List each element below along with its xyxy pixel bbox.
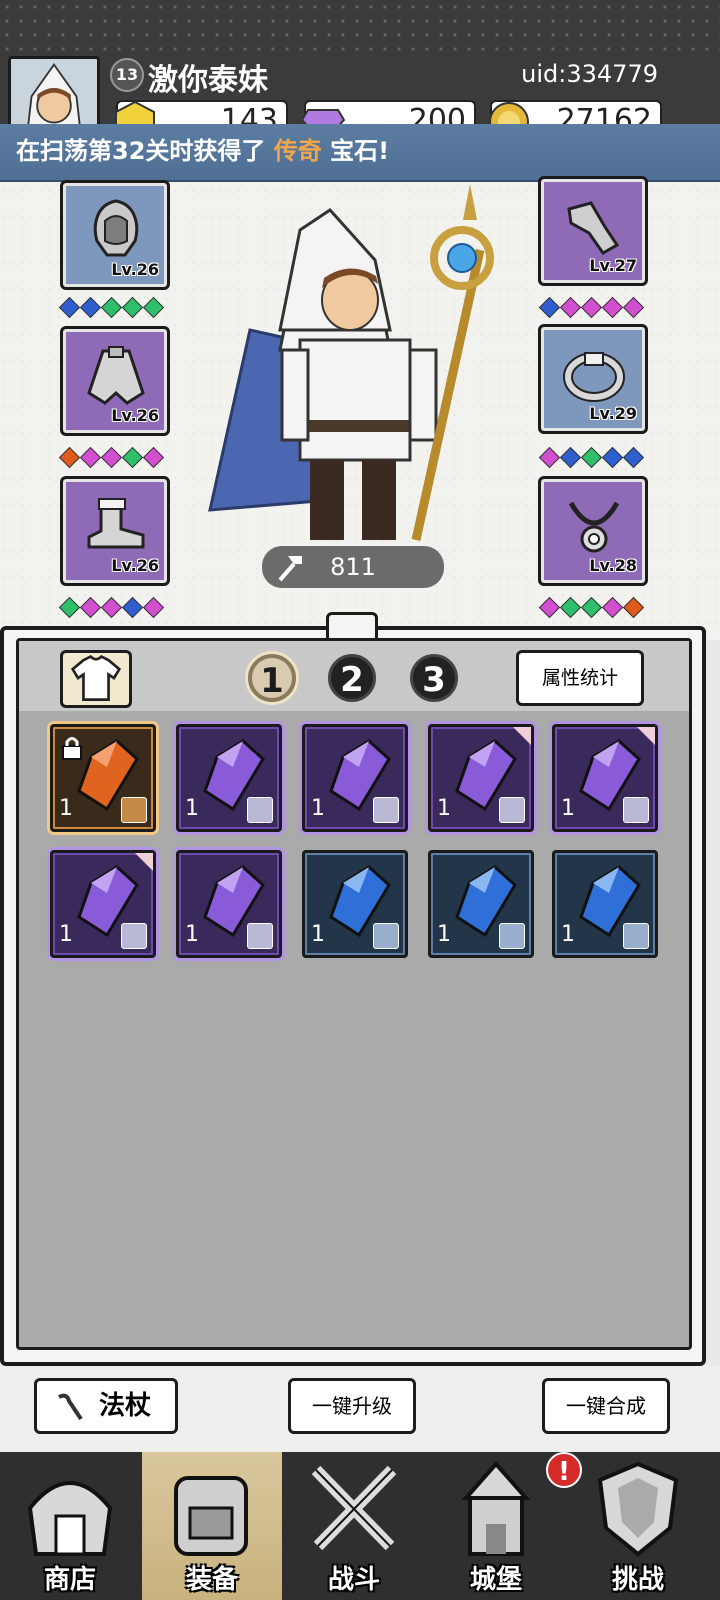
upgrade-all-button[interactable]: 一键升级	[288, 1378, 416, 1434]
staff-icon	[278, 556, 302, 582]
staff-icon	[58, 1393, 83, 1421]
gem-page-tab-3[interactable]: 3	[410, 654, 458, 702]
equip-slot-boots[interactable]: Lv.26	[60, 476, 170, 586]
nav-challenge-label: 挑战	[611, 1565, 664, 1595]
gem-quantity: 1	[185, 922, 199, 947]
gem-item[interactable]: 1	[302, 850, 408, 958]
boots-gem-sockets	[58, 596, 165, 619]
nav-battle[interactable]: 战斗	[284, 1452, 424, 1600]
necklace-icon	[568, 501, 620, 553]
nav-equipment[interactable]: 装备	[142, 1452, 282, 1600]
nav-equipment-label: 装备	[185, 1565, 238, 1595]
nav-challenge[interactable]: 挑战	[568, 1452, 708, 1600]
equip-slot-cape[interactable]: Lv.26	[60, 326, 170, 436]
staff-tag-icon	[373, 923, 399, 949]
combat-power-value: 811	[330, 553, 376, 581]
ring-gem-sockets	[538, 446, 645, 469]
nav-shop[interactable]: 商店	[0, 1452, 140, 1600]
cape-icon	[87, 346, 145, 405]
outfit-button[interactable]	[60, 650, 132, 708]
boots-icon	[87, 498, 145, 549]
staff-tag-icon	[499, 797, 525, 823]
staff-tag-icon	[623, 797, 649, 823]
nav-shop-label: 商店	[43, 1565, 96, 1595]
loot-ticker: 在扫荡第32关时获得了 传奇 宝石!	[0, 124, 720, 182]
staff-tag-icon	[121, 923, 147, 949]
gem-item[interactable]: 1	[176, 724, 282, 832]
gem-quantity: 1	[561, 922, 575, 947]
necklace-gem-sockets	[538, 596, 645, 619]
staff-tag-icon	[373, 797, 399, 823]
staff-tag-icon	[121, 797, 147, 823]
hood-gem-sockets	[58, 296, 165, 319]
slot-level: Lv.27	[589, 256, 637, 275]
player-level-badge: 13	[110, 58, 144, 92]
crossed-swords-icon	[311, 1465, 397, 1551]
nav-castle[interactable]: 城堡	[426, 1452, 566, 1600]
combat-power: 811	[262, 546, 444, 588]
gem-quantity: 1	[311, 796, 325, 821]
equip-slot-hood[interactable]: Lv.26	[60, 180, 170, 290]
gem-item[interactable]: 1	[552, 850, 658, 958]
staff-tag-icon	[499, 923, 525, 949]
nav-castle-label: 城堡	[469, 1565, 522, 1595]
staff-tag-icon	[247, 923, 273, 949]
top-background	[0, 0, 720, 60]
gem-quantity: 1	[185, 796, 199, 821]
nav-battle-label: 战斗	[327, 1565, 380, 1595]
gem-quantity: 1	[59, 796, 73, 821]
slot-level: Lv.26	[111, 556, 159, 575]
player-name: 激你泰妹	[148, 63, 268, 98]
staff-tag-icon	[623, 923, 649, 949]
ticker-suffix: 宝石!	[330, 137, 390, 165]
panel-notch	[326, 612, 378, 640]
gem-quantity: 1	[437, 922, 451, 947]
slot-level: Lv.28	[589, 556, 637, 575]
player-uid: uid:334779	[521, 60, 658, 88]
attribute-stats-button[interactable]: 属性统计	[516, 650, 644, 706]
merge-all-button[interactable]: 一键合成	[542, 1378, 670, 1434]
shop-icon	[27, 1481, 113, 1556]
staff-tag-icon	[247, 797, 273, 823]
castle-icon	[461, 1460, 531, 1556]
staff-filter-button[interactable]: 法杖	[34, 1378, 178, 1434]
cape-gem-sockets	[58, 446, 165, 469]
slot-level: Lv.26	[111, 260, 159, 279]
gem-quantity: 1	[59, 922, 73, 947]
gem-item[interactable]: 1	[50, 850, 156, 958]
equip-slot-necklace[interactable]: Lv.28	[538, 476, 648, 586]
bracer-gem-sockets	[538, 296, 645, 319]
bracer-icon	[567, 201, 620, 255]
gem-item[interactable]: 1	[302, 724, 408, 832]
equip-slot-ring[interactable]: Lv.29	[538, 324, 648, 434]
gem-page-tab-2[interactable]: 2	[328, 654, 376, 702]
gem-item[interactable]: 1	[428, 724, 534, 832]
gem-quantity: 1	[561, 796, 575, 821]
gem-item[interactable]: 1	[552, 724, 658, 832]
gem-page-tab-1[interactable]: 1	[248, 654, 296, 702]
slot-level: Lv.29	[589, 404, 637, 423]
gem-item[interactable]: 1	[428, 850, 534, 958]
staff-filter-label: 法杖	[99, 1391, 152, 1421]
ticker-highlight: 传奇	[273, 137, 322, 165]
gem-item[interactable]: 1	[50, 724, 156, 832]
equip-slot-bracer[interactable]: Lv.27	[538, 176, 648, 286]
gem-quantity: 1	[437, 796, 451, 821]
ring-icon	[563, 352, 625, 402]
shield-icon	[597, 1461, 679, 1557]
tshirt-icon	[70, 654, 122, 701]
hero-character[interactable]	[190, 180, 530, 560]
slot-level: Lv.26	[111, 406, 159, 425]
backpack-icon	[174, 1476, 248, 1556]
gem-item[interactable]: 1	[176, 850, 282, 958]
hood-icon	[93, 199, 139, 257]
ticker-prefix: 在扫荡第32关时获得了	[16, 137, 266, 165]
gem-quantity: 1	[311, 922, 325, 947]
